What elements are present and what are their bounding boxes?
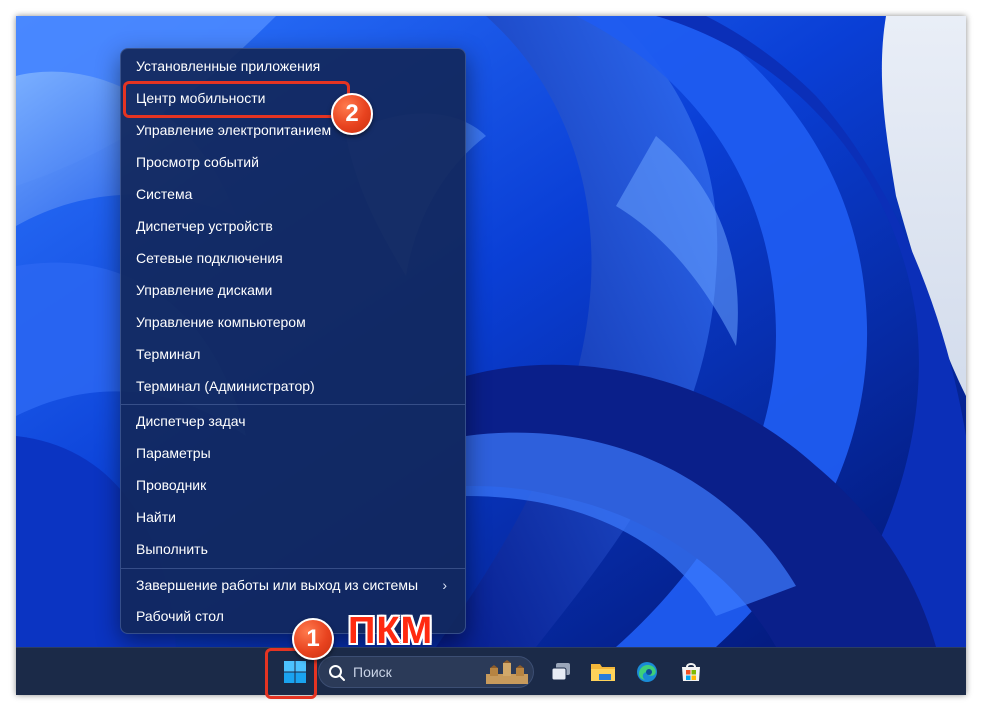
menu-item-computer-management[interactable]: Управление компьютером <box>125 307 461 337</box>
file-explorer-button[interactable] <box>586 655 620 689</box>
mobility-center-highlight <box>123 81 350 118</box>
menu-item-terminal-admin[interactable]: Терминал (Администратор) <box>125 371 461 401</box>
menu-item-device-manager[interactable]: Диспетчер устройств <box>125 211 461 241</box>
menu-item-task-manager[interactable]: Диспетчер задач <box>125 406 461 436</box>
store-icon <box>682 663 700 681</box>
task-view-button[interactable] <box>544 655 578 689</box>
context-menu: Установленные приложения Центр мобильнос… <box>120 48 466 634</box>
taskbar-search-box[interactable]: Поиск <box>318 656 534 688</box>
menu-item-network-connections[interactable]: Сетевые подключения <box>125 243 461 273</box>
menu-item-disk-management[interactable]: Управление дисками <box>125 275 461 305</box>
menu-item-terminal[interactable]: Терминал <box>125 339 461 369</box>
search-placeholder: Поиск <box>353 664 392 680</box>
menu-separator <box>121 404 465 405</box>
task-view-icon <box>551 663 570 681</box>
edge-icon <box>637 662 657 682</box>
search-highlight-image <box>486 660 528 684</box>
menu-separator <box>121 568 465 569</box>
menu-item-settings[interactable]: Параметры <box>125 438 461 468</box>
menu-item-installed-apps[interactable]: Установленные приложения <box>125 51 461 81</box>
search-icon <box>329 665 345 681</box>
menu-item-run[interactable]: Выполнить <box>125 534 461 564</box>
edge-browser-button[interactable] <box>630 655 664 689</box>
menu-item-system[interactable]: Система <box>125 179 461 209</box>
right-click-label: ПКМ <box>348 610 434 652</box>
step-2-badge: 2 <box>331 93 373 135</box>
menu-item-shutdown-signout[interactable]: Завершение работы или выход из системы › <box>125 570 461 600</box>
store-button[interactable] <box>674 655 708 689</box>
step-1-badge: 1 <box>292 618 334 660</box>
menu-item-power-options[interactable]: Управление электропитанием <box>125 115 461 145</box>
taskbar: Поиск <box>16 647 966 695</box>
menu-item-search[interactable]: Найти <box>125 502 461 532</box>
menu-item-file-explorer[interactable]: Проводник <box>125 470 461 500</box>
chevron-right-icon: › <box>442 577 447 593</box>
menu-item-event-viewer[interactable]: Просмотр событий <box>125 147 461 177</box>
file-explorer-icon <box>591 664 615 681</box>
